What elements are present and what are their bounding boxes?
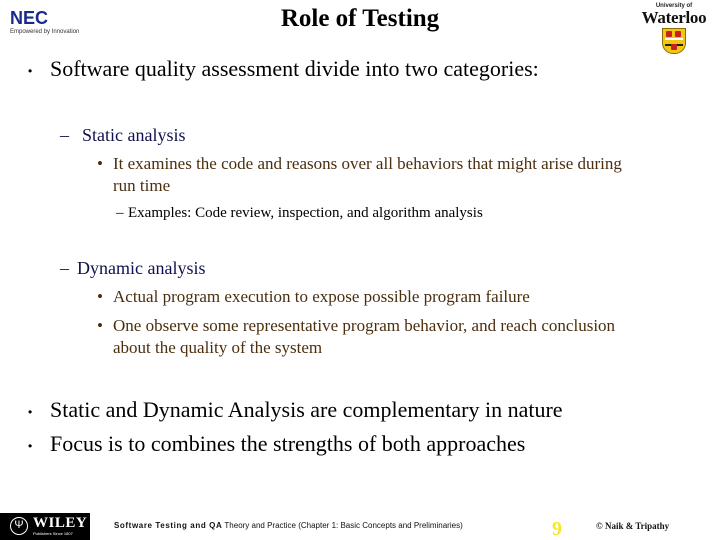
bullet-marker: • <box>97 316 103 335</box>
bullet-marker: • <box>28 405 33 419</box>
wiley-subtext: Publishers Since 1807 <box>33 531 73 536</box>
sub-sub-bullet-text: Actual program execution to expose possi… <box>113 287 530 306</box>
example-item: – Examples: Code review, inspection, and… <box>116 204 483 222</box>
waterloo-logo: University of Waterloo <box>634 3 714 54</box>
wiley-emblem-icon: Ψ <box>10 517 28 535</box>
bullet-marker: • <box>97 287 103 306</box>
waterloo-crest-icon <box>662 28 686 54</box>
bullet-item: • Focus is to combines the strengths of … <box>28 431 526 457</box>
sub-bullet-item: – Static analysis <box>60 124 186 146</box>
sub-bullet-text: Dynamic analysis <box>77 258 206 278</box>
slide-number: 9 <box>552 518 562 540</box>
example-text: Examples: Code review, inspection, and a… <box>128 205 483 221</box>
wiley-wordmark: WILEY <box>33 515 88 531</box>
bullet-text: Software quality assessment divide into … <box>50 56 539 81</box>
sub-sub-bullet-text: about the quality of the system <box>113 338 323 357</box>
bullet-item: • Static and Dynamic Analysis are comple… <box>28 397 563 423</box>
sub-sub-bullet-continuation: run time <box>113 175 170 196</box>
waterloo-logo-wordmark: Waterloo <box>641 8 707 27</box>
sub-sub-bullet-item: • Actual program execution to expose pos… <box>97 286 530 307</box>
wiley-logo: Ψ WILEY Publishers Since 1807 <box>0 513 90 540</box>
sub-sub-bullet-item: • One observe some representative progra… <box>97 315 616 336</box>
dash-marker: – <box>60 125 69 145</box>
bullet-marker: • <box>97 154 103 173</box>
dash-marker: – <box>60 258 69 278</box>
sub-bullet-text: Static analysis <box>82 125 186 145</box>
sub-sub-bullet-text: One observe some representative program … <box>113 316 616 335</box>
footer-book-title-rest: Theory and Practice (Chapter 1: Basic Co… <box>222 521 463 530</box>
bullet-text: Static and Dynamic Analysis are compleme… <box>50 397 563 422</box>
sub-sub-bullet-text: It examines the code and reasons over al… <box>113 154 622 173</box>
bullet-marker: • <box>28 439 33 453</box>
copyright-notice: © Naik & Tripathy <box>596 521 670 531</box>
slide-title: Role of Testing <box>280 5 440 32</box>
sub-bullet-item: – Dynamic analysis <box>60 257 206 279</box>
sub-sub-bullet-continuation: about the quality of the system <box>113 337 322 358</box>
sub-sub-bullet-item: • It examines the code and reasons over … <box>97 153 622 174</box>
bullet-text: Focus is to combines the strengths of bo… <box>50 431 526 456</box>
dash-marker: – <box>116 205 124 221</box>
bullet-marker: • <box>28 64 33 78</box>
footer-book-title: Software Testing and QA Theory and Pract… <box>114 521 463 530</box>
sub-sub-bullet-text: run time <box>113 176 171 195</box>
bullet-item: • Software quality assessment divide int… <box>28 56 539 82</box>
footer-book-title-bold: Software Testing and QA <box>114 521 223 530</box>
